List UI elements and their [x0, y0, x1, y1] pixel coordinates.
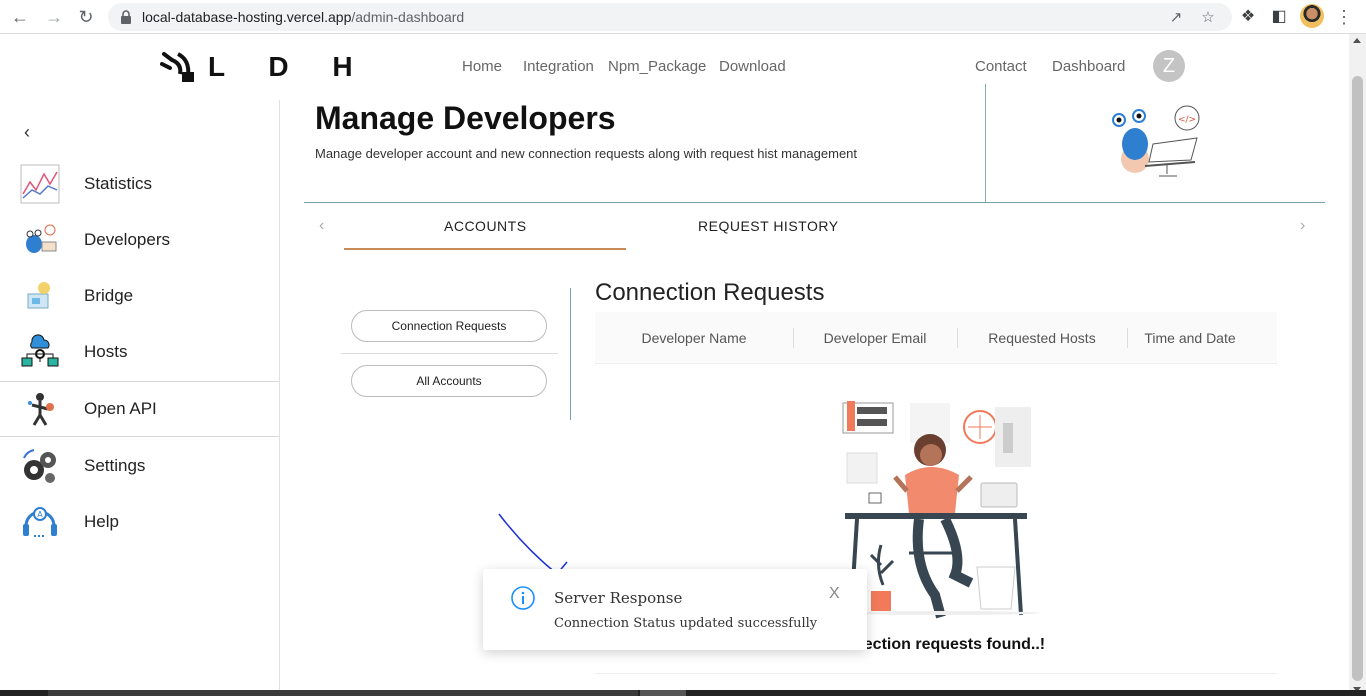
developer-illustration: </> — [1112, 105, 1200, 177]
star-icon[interactable]: ☆ — [1198, 8, 1218, 28]
column-header-developer-name[interactable]: Developer Name — [595, 312, 793, 364]
nav-download[interactable]: Download — [719, 58, 786, 75]
url-text: local-database-hosting.vercel.app/admin-… — [142, 9, 465, 25]
close-icon[interactable]: X — [829, 585, 840, 603]
toast-title: Server Response — [554, 589, 683, 607]
sidebar-item-open-api[interactable]: Open API — [0, 381, 279, 437]
open-api-icon — [28, 393, 54, 426]
filter-divider — [341, 353, 558, 354]
tabs-scroll-right-icon[interactable]: › — [1300, 217, 1305, 235]
brand-name: L D H — [208, 51, 371, 82]
header-divider-horizontal — [304, 202, 1325, 203]
collapse-chevron-left-icon[interactable]: ‹ — [24, 122, 30, 143]
sidebar-item-settings[interactable]: Settings — [0, 438, 279, 494]
notification-toast: Server Response Connection Status update… — [483, 569, 867, 650]
statistics-chart-icon — [20, 164, 60, 204]
tabs-scroll-left-icon[interactable]: ‹ — [319, 217, 324, 235]
column-header-developer-email[interactable]: Developer Email — [793, 312, 957, 364]
scroll-up-icon[interactable] — [1353, 38, 1361, 43]
column-header-requested-hosts[interactable]: Requested Hosts — [957, 312, 1127, 364]
browser-toolbar: ← → ↻ local-database-hosting.vercel.app/… — [0, 0, 1366, 34]
reload-icon[interactable]: ↻ — [74, 5, 98, 29]
settings-gears-icon — [23, 449, 56, 483]
tab-request-history[interactable]: REQUEST HISTORY — [698, 218, 839, 234]
lock-icon — [121, 10, 131, 24]
sidebar-item-help[interactable]: A Help — [0, 494, 279, 550]
back-arrow-icon[interactable]: ← — [8, 5, 32, 29]
empty-state-message: nection requests found..! — [854, 636, 1046, 653]
help-headset-icon: A — [23, 507, 57, 537]
page-scrollbar[interactable] — [1349, 34, 1366, 696]
tab-accounts[interactable]: ACCOUNTS — [444, 218, 527, 234]
sidebar-item-hosts[interactable]: Hosts — [0, 324, 279, 380]
column-header-time-and-date[interactable]: Time and Date — [1127, 312, 1253, 364]
header-divider — [985, 84, 986, 202]
brand-logo[interactable]: L D H — [160, 50, 371, 84]
menu-kebab-icon[interactable]: ⋮ — [1334, 5, 1354, 29]
svg-text:</>: </> — [1178, 115, 1196, 125]
toast-message: Connection Status updated successfully — [554, 616, 818, 631]
hosts-network-icon — [21, 334, 59, 367]
taskbar-region — [640, 690, 686, 696]
nav-npm-package[interactable]: Npm_Package — [608, 58, 706, 75]
developers-icon — [26, 224, 57, 253]
os-taskbar — [0, 690, 1366, 696]
nav-dashboard[interactable]: Dashboard — [1052, 58, 1125, 75]
forward-arrow-icon[interactable]: → — [42, 5, 66, 29]
table-header: Developer Name Developer Email Requested… — [595, 312, 1277, 364]
nav-contact[interactable]: Contact — [975, 58, 1027, 75]
sidebar: ‹ Statistics Developers Bridge Hosts Ope… — [0, 100, 280, 696]
profile-avatar[interactable] — [1300, 4, 1324, 28]
nav-integration[interactable]: Integration — [523, 58, 594, 75]
user-avatar[interactable]: Z — [1153, 50, 1185, 82]
side-panel-icon[interactable]: ◧ — [1268, 6, 1290, 28]
connection-requests-button[interactable]: Connection Requests — [351, 310, 547, 342]
extensions-puzzle-icon[interactable]: ❖ — [1237, 6, 1259, 28]
table-footer-line — [595, 673, 1277, 674]
address-bar[interactable]: local-database-hosting.vercel.app/admin-… — [108, 3, 1232, 31]
all-accounts-button[interactable]: All Accounts — [351, 365, 547, 397]
scrollbar-thumb[interactable] — [1352, 76, 1363, 681]
taskbar-region — [48, 690, 638, 696]
ldh-logo-icon — [160, 52, 194, 82]
sidebar-item-developers[interactable]: Developers — [0, 212, 279, 268]
page-title: Manage Developers — [315, 100, 616, 136]
sidebar-item-bridge[interactable]: Bridge — [0, 268, 279, 324]
filter-column-divider — [570, 288, 571, 420]
bridge-icon — [27, 282, 50, 309]
active-tab-indicator — [344, 248, 626, 250]
sidebar-item-statistics[interactable]: Statistics — [0, 156, 279, 212]
svg-text:A: A — [37, 510, 43, 519]
info-icon — [511, 586, 535, 610]
nav-home[interactable]: Home — [462, 58, 502, 75]
page-subtitle: Manage developer account and new connect… — [315, 146, 858, 161]
share-icon[interactable]: ↗ — [1166, 8, 1186, 28]
section-title: Connection Requests — [595, 279, 825, 306]
